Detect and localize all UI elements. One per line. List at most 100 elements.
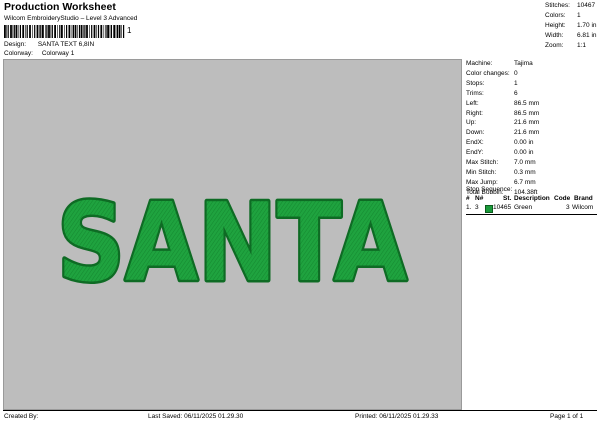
barcode-bar <box>45 25 46 38</box>
barcode-bar <box>42 25 44 38</box>
barcode-bar <box>15 25 18 38</box>
colorway-row: Colorway: Colorway 1 <box>4 50 74 57</box>
barcode-bar <box>89 25 90 38</box>
barcode-bar <box>103 25 105 38</box>
stop-sequence-title: Stop Sequence: <box>466 186 513 193</box>
barcode-bar <box>6 25 7 38</box>
barcode-bar <box>26 25 28 38</box>
spec-row: Min Stitch: 0.3 mm <box>466 168 536 176</box>
col-description: Description <box>514 195 550 202</box>
table-row: 1. 3 10465 Green 3 Wilcom <box>466 204 594 213</box>
col-index: # <box>466 195 470 202</box>
col-brand: Brand <box>574 195 593 202</box>
barcode-bar <box>59 25 61 38</box>
barcode-bar <box>115 25 117 38</box>
barcode-bar <box>105 25 107 38</box>
barcode-bar <box>80 25 83 38</box>
barcode-bar <box>34 25 36 38</box>
colorway-label: Colorway: <box>4 50 33 57</box>
stop-sequence-divider <box>466 214 597 215</box>
barcode-bar <box>121 25 122 38</box>
design-label: Design: <box>4 41 27 48</box>
barcode <box>4 25 125 38</box>
barcode-bar <box>72 25 74 38</box>
machine-spec-panel: Machine: Tajima Color changes: 0 Stops: 1 T… <box>466 59 597 198</box>
barcode-bar <box>71 25 73 38</box>
stat-row: Width: 6.81 in <box>545 32 597 39</box>
spec-row: Trims: 6 <box>466 89 518 97</box>
spec-row: Max Stitch: 7.0 mm <box>466 159 536 167</box>
barcode-bar <box>97 25 100 38</box>
stat-row: Zoom: 1:1 <box>545 42 587 49</box>
barcode-bar <box>17 25 19 38</box>
barcode-bar <box>93 25 96 38</box>
barcode-bar <box>13 25 15 38</box>
barcode-bar <box>12 25 14 38</box>
spec-row: Down: 21.6 mm <box>466 129 540 137</box>
barcode-bar <box>68 25 71 38</box>
barcode-bar <box>61 25 63 38</box>
stat-row: Colors: 1 <box>545 12 581 19</box>
barcode-bar <box>19 25 21 38</box>
colorway-value: Colorway 1 <box>41 50 75 57</box>
barcode-bar <box>118 25 121 38</box>
barcode-bar <box>86 25 88 38</box>
barcode-bar <box>66 25 68 38</box>
spec-row: Up: 21.6 mm <box>466 119 540 127</box>
spec-row: Left: 86.5 mm <box>466 99 540 107</box>
barcode-bar <box>116 25 119 38</box>
last-saved: Last Saved: 06/11/2025 01.29.30 <box>148 413 244 420</box>
barcode-bar <box>83 25 84 38</box>
table-header: # N# St. Description Code Brand <box>466 195 598 204</box>
spec-row: Right: 86.5 mm <box>466 109 540 117</box>
barcode-bar <box>109 25 111 38</box>
design-text: SANTA <box>57 181 407 306</box>
barcode-bar <box>64 25 65 38</box>
barcode-bar <box>57 25 58 38</box>
barcode-bar <box>40 25 42 38</box>
barcode-bar <box>74 25 77 38</box>
barcode-suffix: 1 <box>127 26 132 35</box>
spec-row: Stops: 1 <box>466 79 518 87</box>
barcode-bar <box>25 25 26 38</box>
page-number: Page 1 of 1 <box>550 413 584 420</box>
barcode-bar <box>84 25 86 38</box>
spec-row: Machine: Tajima <box>466 60 533 67</box>
design-stats: Stitches: 10467 Colors: 1 Height: 1.70 in W… <box>545 1 597 51</box>
design-preview: SANTA SANTA <box>3 59 462 410</box>
barcode-bar <box>46 25 48 38</box>
col-code: Code <box>554 195 571 202</box>
col-stitches: St. <box>503 195 512 202</box>
barcode-bar <box>110 25 112 38</box>
barcode-bar <box>4 25 6 38</box>
barcode-bar <box>54 25 56 38</box>
barcode-bar <box>39 25 40 38</box>
barcode-bar <box>78 25 81 38</box>
footer-divider <box>3 410 597 411</box>
barcode-bar <box>91 25 93 38</box>
barcode-bar <box>29 25 31 38</box>
created-by: Created By: <box>4 413 39 420</box>
barcode-bar <box>77 25 78 38</box>
barcode-bar <box>32 25 33 38</box>
barcode-bar <box>7 25 9 38</box>
barcode-bar <box>107 25 109 38</box>
printed-date: Printed: 06/11/2025 01.29.33 <box>355 413 439 420</box>
barcode-bar <box>100 25 103 38</box>
spec-row: Color changes: 0 <box>466 69 518 77</box>
page-title: Production Worksheet <box>4 1 116 13</box>
stat-row: Stitches: 10467 <box>545 2 596 9</box>
software-subtitle: Wilcom EmbroideryStudio – Level 3 Advanc… <box>4 15 138 22</box>
col-needle: N# <box>475 195 484 202</box>
barcode-bar <box>123 25 125 38</box>
design-row: Design: SANTA TEXT 6,8IN <box>4 41 94 48</box>
barcode-bar <box>22 25 25 38</box>
barcode-bar <box>10 25 12 38</box>
barcode-bar <box>113 25 116 38</box>
stat-row: Height: 1.70 in <box>545 22 597 29</box>
thread-color-swatch <box>485 205 493 213</box>
barcode-bar <box>36 25 39 38</box>
barcode-bar <box>96 25 97 38</box>
spec-row: EndY: 0.00 in <box>466 149 534 157</box>
barcode-bar <box>51 25 53 38</box>
